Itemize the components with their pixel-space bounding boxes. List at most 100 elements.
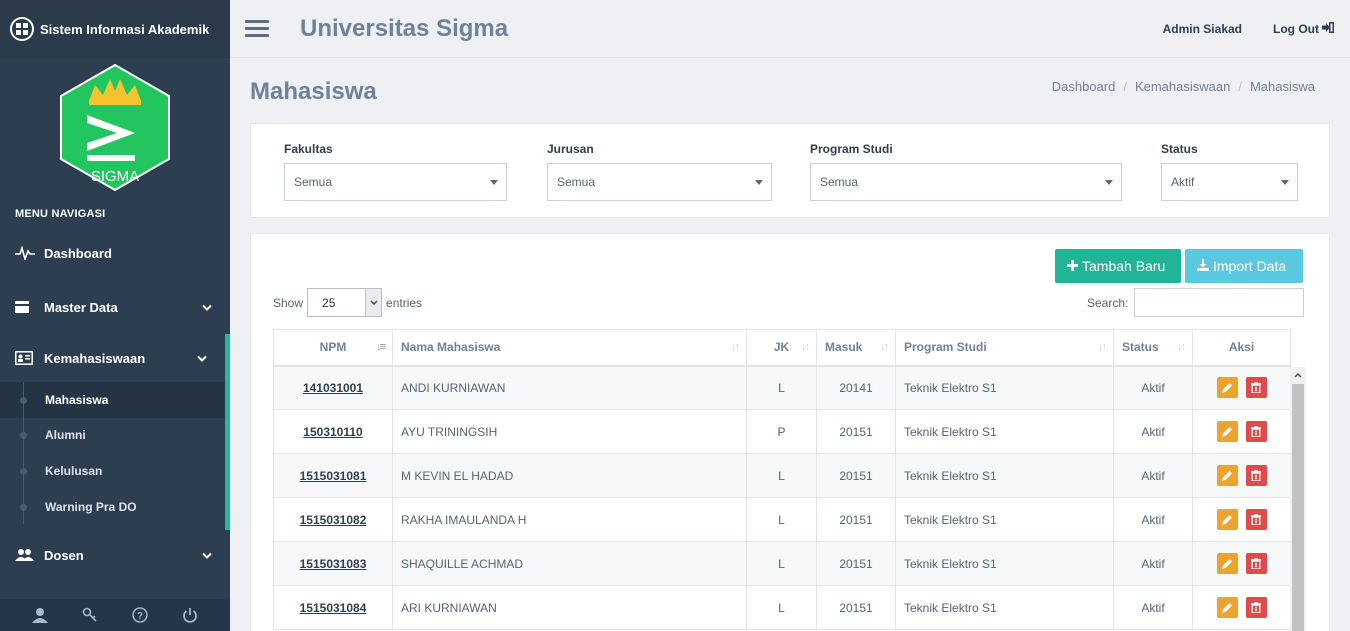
hamburger-menu-icon[interactable]: [245, 20, 269, 37]
trash-icon: [1251, 602, 1261, 613]
delete-button[interactable]: [1245, 421, 1267, 442]
npm-link[interactable]: 1515031084: [300, 601, 367, 615]
brand[interactable]: Sistem Informasi Akademik: [0, 0, 230, 58]
help-icon[interactable]: ?: [132, 607, 148, 623]
table-row: 1515031081 M KEVIN EL HADAD L 20151 Tekn…: [273, 453, 1291, 498]
cell-aksi: [1192, 365, 1291, 410]
breadcrumb-item-kemahasiswaan[interactable]: Kemahasiswaan: [1135, 79, 1230, 94]
edit-button[interactable]: [1216, 421, 1238, 442]
cell-aksi: [1192, 453, 1291, 498]
sidebar-item-master-data[interactable]: Master Data: [0, 280, 230, 334]
filter-jurusan-label: Jurusan: [547, 142, 594, 156]
filter-status-label: Status: [1161, 142, 1198, 156]
edit-button[interactable]: [1216, 509, 1238, 530]
column-header-npm[interactable]: NPM ↓≡: [273, 329, 393, 367]
npm-link[interactable]: 1515031081: [300, 469, 367, 483]
npm-link[interactable]: 1515031082: [300, 513, 367, 527]
jurusan-value: Semua: [557, 175, 596, 189]
logout-label: Log Out: [1273, 21, 1319, 36]
status-select[interactable]: Aktif: [1161, 163, 1298, 201]
power-icon[interactable]: [182, 607, 198, 623]
entries-label: entries: [386, 295, 423, 310]
delete-button[interactable]: [1245, 597, 1267, 618]
sidebar-item-label: Master Data: [44, 299, 118, 315]
table-row: 1515031084 ARI KURNIAWAN L 20151 Teknik …: [273, 585, 1291, 630]
logout-button[interactable]: Log Out: [1273, 21, 1334, 36]
jurusan-select[interactable]: Semua: [547, 163, 772, 201]
trash-icon: [1251, 426, 1261, 437]
column-header-status[interactable]: Status ↓↑: [1113, 329, 1193, 367]
bullet-icon: [20, 396, 27, 404]
import-button[interactable]: Import Data: [1185, 249, 1303, 283]
cell-status: Aktif: [1113, 365, 1193, 410]
students-table: NPM ↓≡ Nama Mahasiswa ↓↑ JK ↓↑ Masuk ↓↑ Prog…: [273, 329, 1291, 630]
cell-masuk: 20151: [816, 541, 896, 586]
add-button[interactable]: Tambah Baru: [1055, 249, 1181, 283]
cell-npm: 141031001: [273, 365, 393, 410]
sidebar-item-label: Dashboard: [44, 245, 112, 261]
caret-down-icon: [1281, 180, 1289, 185]
scrollbar-thumb[interactable]: [1292, 384, 1304, 631]
grid-icon: [10, 17, 34, 41]
scroll-up-icon[interactable]: [1290, 367, 1306, 383]
logo-text: SIGMA: [91, 168, 139, 185]
delete-button[interactable]: [1245, 553, 1267, 574]
prodi-value: Semua: [820, 175, 859, 189]
table-panel: Tambah Baru Import Data Show 25 entries …: [250, 233, 1330, 631]
npm-link[interactable]: 150310110: [303, 425, 362, 439]
sidebar-item-dosen[interactable]: Dosen: [0, 530, 230, 580]
cell-nama: RAKHA IMAULANDA H: [392, 497, 747, 542]
filter-fakultas-label: Fakultas: [284, 142, 333, 156]
users-icon: [15, 548, 37, 562]
cell-npm: 1515031083: [273, 541, 393, 586]
sidebar-footer: ?: [0, 599, 230, 631]
column-header-jk[interactable]: JK ↓↑: [746, 329, 817, 367]
edit-button[interactable]: [1216, 377, 1238, 399]
npm-link[interactable]: 141031001: [303, 381, 363, 395]
sidebar-subitem-warning-pra-do[interactable]: Warning Pra DO: [0, 488, 225, 525]
trash-icon: [1251, 514, 1261, 525]
cell-npm: 1515031081: [273, 453, 393, 498]
edit-button[interactable]: [1216, 553, 1238, 574]
edit-button[interactable]: [1216, 465, 1238, 486]
column-header-prodi[interactable]: Program Studi ↓↑: [895, 329, 1114, 367]
bullet-icon: [20, 503, 27, 511]
cell-nama: ANDI KURNIAWAN: [392, 365, 747, 410]
key-icon[interactable]: [82, 607, 98, 623]
prodi-select[interactable]: Semua: [810, 163, 1122, 201]
sidebar-item-kemahasiswaan[interactable]: Kemahasiswaan: [0, 334, 230, 382]
entries-select[interactable]: 25: [307, 288, 383, 317]
sort-icon: ↓↑: [731, 341, 740, 354]
search-label: Search:: [1087, 295, 1129, 310]
delete-button[interactable]: [1245, 377, 1267, 399]
topbar: Universitas Sigma Admin Siakad Log Out: [230, 0, 1350, 58]
sort-ascending-icon: ↓≡: [376, 341, 386, 354]
trash-icon: [1251, 470, 1261, 481]
sidebar: Sistem Informasi Akademik SIGMA MENU NAV…: [0, 0, 230, 631]
column-header-nama[interactable]: Nama Mahasiswa ↓↑: [392, 329, 747, 367]
cell-npm: 1515031082: [273, 497, 393, 542]
delete-button[interactable]: [1245, 509, 1267, 530]
sidebar-item-dashboard[interactable]: Dashboard: [0, 226, 230, 280]
pencil-icon: [1221, 383, 1232, 394]
sidebar-subitem-alumni[interactable]: Alumni: [0, 417, 225, 454]
caret-down-icon: [490, 180, 498, 185]
column-header-masuk[interactable]: Masuk ↓↑: [816, 329, 896, 367]
cell-prodi: Teknik Elektro S1: [895, 453, 1114, 498]
edit-button[interactable]: [1216, 597, 1238, 618]
fakultas-select[interactable]: Semua: [284, 163, 507, 201]
user-name[interactable]: Admin Siakad: [1163, 22, 1242, 36]
search-input[interactable]: [1134, 288, 1305, 317]
filter-prodi-label: Program Studi: [810, 142, 893, 156]
cell-jk: L: [746, 453, 817, 498]
user-icon[interactable]: [32, 607, 48, 623]
cell-jk: L: [746, 541, 817, 586]
cell-status: Aktif: [1113, 497, 1193, 542]
sidebar-subitem-mahasiswa[interactable]: Mahasiswa: [0, 382, 225, 418]
breadcrumb-item-dashboard[interactable]: Dashboard: [1052, 79, 1116, 94]
delete-button[interactable]: [1245, 465, 1267, 486]
cell-masuk: 20151: [816, 409, 896, 454]
sidebar-subitem-kelulusan[interactable]: Kelulusan: [0, 453, 225, 489]
table-scrollbar[interactable]: [1290, 367, 1306, 631]
npm-link[interactable]: 1515031083: [300, 557, 367, 571]
